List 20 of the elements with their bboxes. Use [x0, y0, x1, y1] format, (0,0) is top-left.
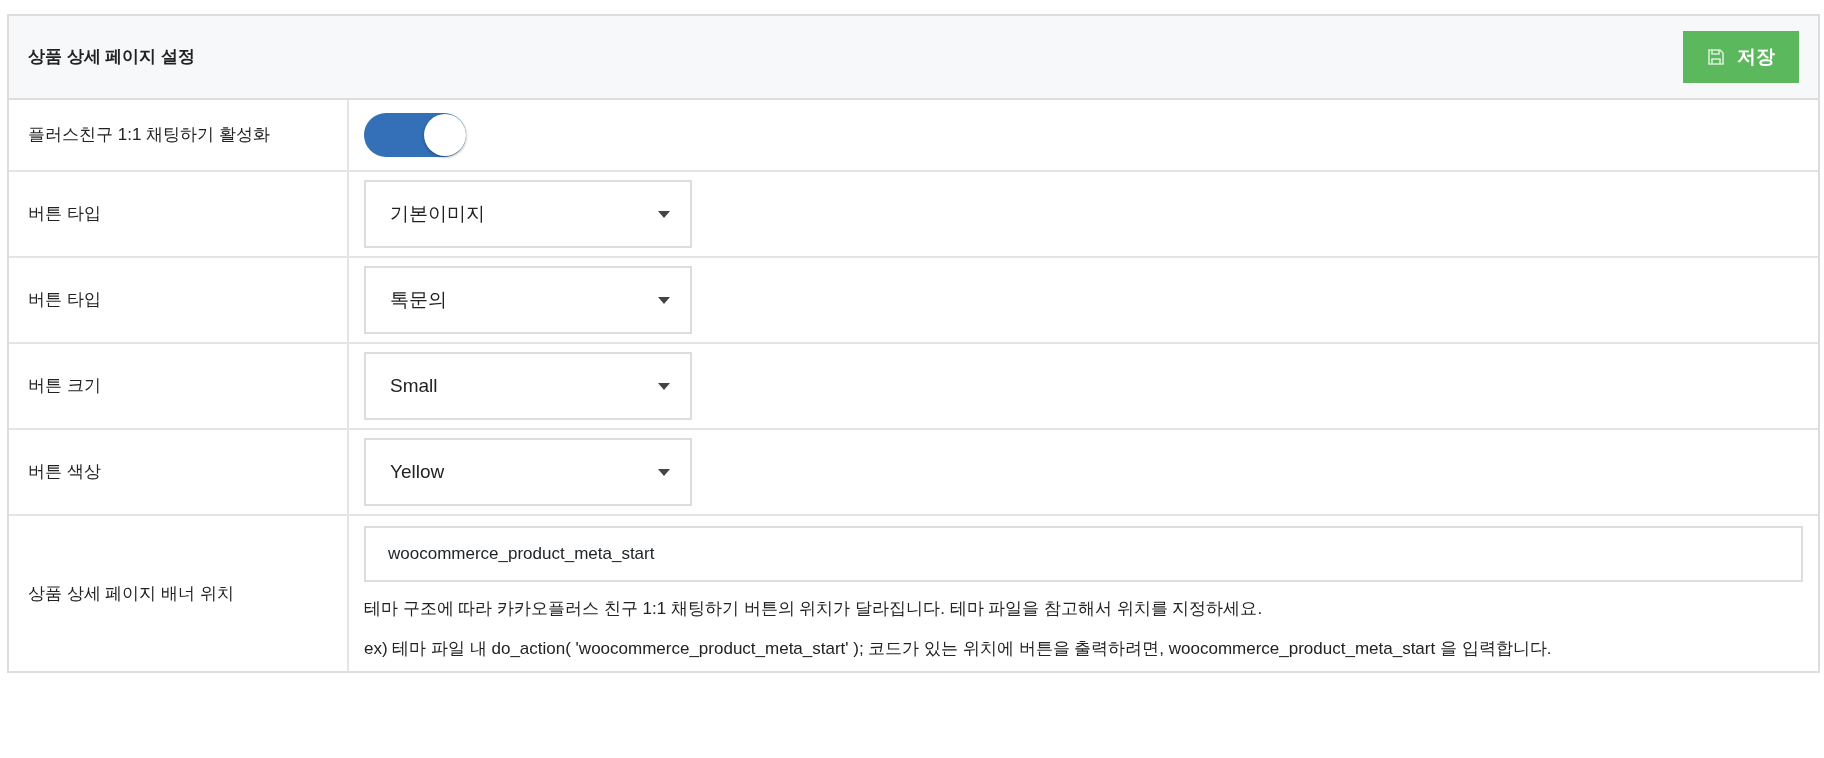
field-label: 버튼 타입 — [28, 289, 101, 312]
select-field[interactable]: 기본이미지 — [364, 180, 692, 248]
save-icon — [1707, 48, 1725, 66]
panel-title: 상품 상세 페이지 설정 — [28, 46, 196, 69]
help-text: 테마 구조에 따라 카카오플러스 친구 1:1 채팅하기 버튼의 위치가 달라집니다. 테마 파일을 참고해서 위치를 지정하세요. — [364, 598, 1264, 620]
select-field[interactable]: Small — [364, 352, 692, 420]
field-label: 버튼 크기 — [28, 375, 101, 398]
caret-icon — [658, 468, 670, 476]
field-label: 버튼 색상 — [28, 461, 101, 484]
text-input[interactable]: woocommerce_product_meta_start — [364, 526, 1803, 582]
select-field[interactable]: Yellow — [364, 438, 692, 506]
caret-icon — [658, 296, 670, 304]
field-label: 버튼 타입 — [28, 203, 101, 226]
select-field[interactable]: 톡문의 — [364, 266, 692, 334]
toggle-switch[interactable] — [364, 113, 466, 157]
field-label: 플러스친구 1:1 채팅하기 활성화 — [28, 124, 270, 147]
help-text: ex) 테마 파일 내 do_action( 'woocommerce_product_meta_start' ); 코드가 있는 위치에 버튼을 출력하려면, woocommerce_product_meta_start 을 입력합니다. — [364, 637, 1553, 660]
field-label: 상품 상세 페이지 배너 위치 — [28, 582, 234, 605]
caret-icon — [658, 210, 670, 218]
caret-icon — [658, 382, 670, 390]
